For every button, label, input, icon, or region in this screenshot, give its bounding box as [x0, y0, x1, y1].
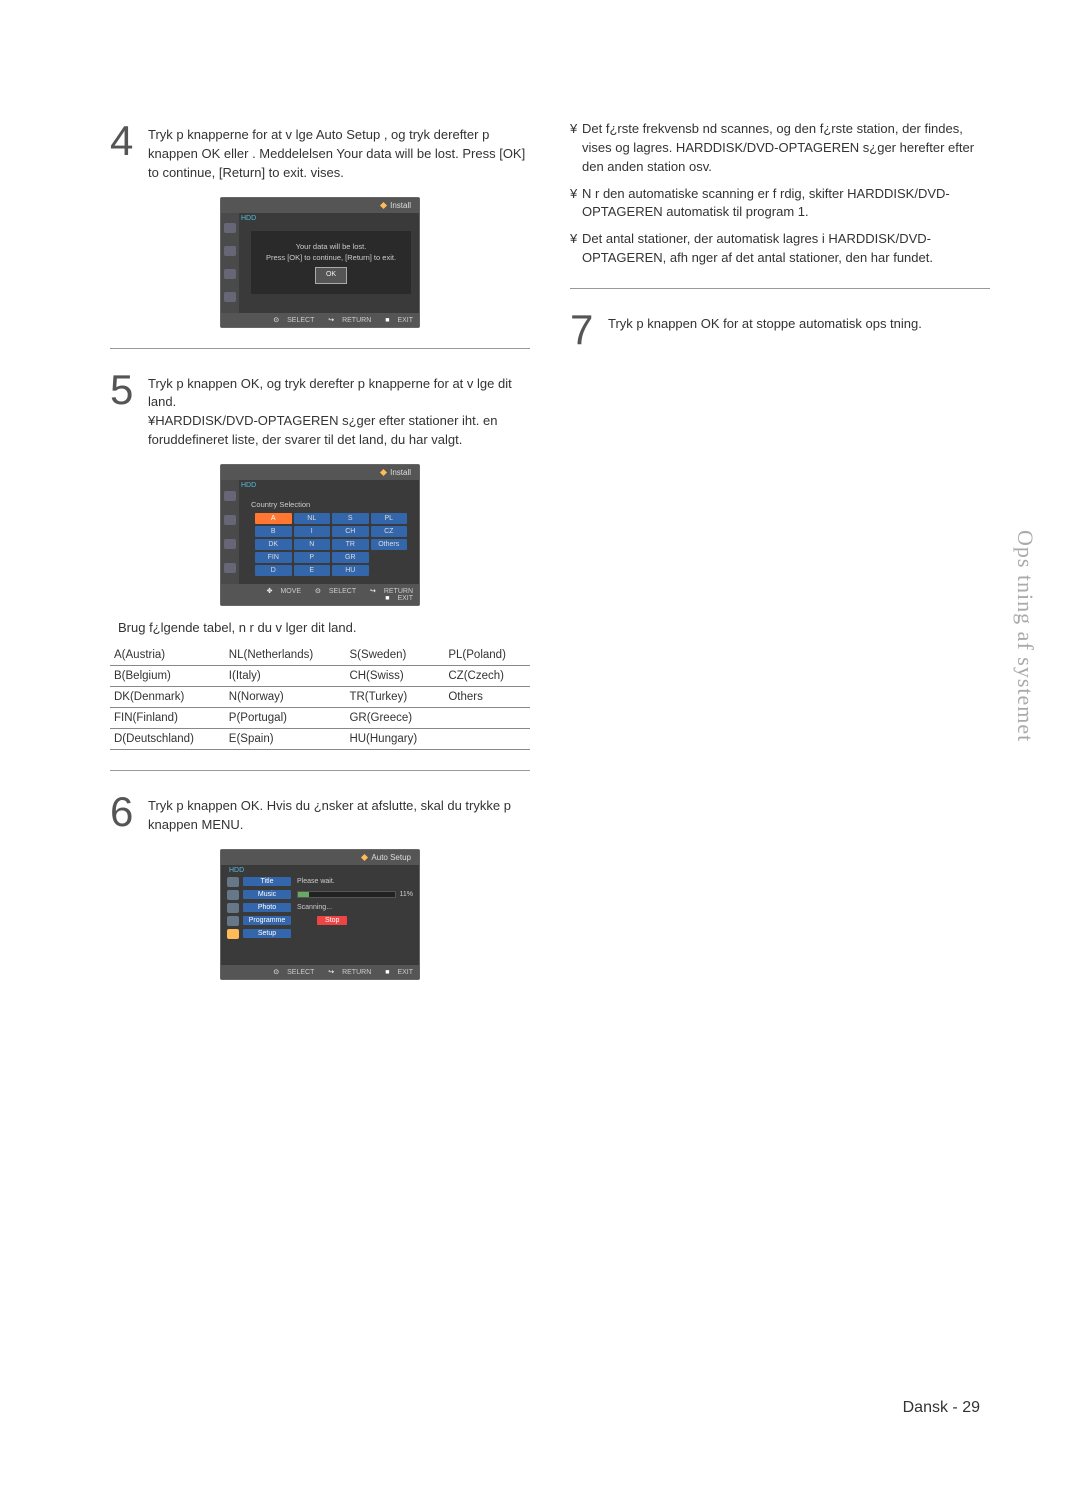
- country-table-cell: N(Norway): [225, 686, 346, 707]
- menu-label: Music: [243, 890, 291, 899]
- country-cell: A: [255, 513, 292, 524]
- page-number: Dansk - 29: [903, 1399, 980, 1417]
- country-table-cell: A(Austria): [110, 645, 225, 666]
- country-table-cell: HU(Hungary): [345, 728, 444, 749]
- country-table-cell: DK(Denmark): [110, 686, 225, 707]
- bullet-list: Det f¿rste frekvensb nd scannes, og den …: [570, 120, 990, 268]
- step-number: 4: [110, 120, 148, 183]
- stop-button: Stop: [317, 916, 347, 925]
- country-table-cell: NL(Netherlands): [225, 645, 346, 666]
- country-cell: FIN: [255, 552, 292, 563]
- country-table-cell: B(Belgium): [110, 665, 225, 686]
- screenshot-install-dialog: Install HDD Your data will be lost. Pres…: [220, 197, 420, 328]
- country-cell: GR: [332, 552, 369, 563]
- divider: [110, 348, 530, 349]
- step-text: Tryk p knappen OK, og tryk derefter p kn…: [148, 369, 530, 450]
- country-table-cell: [444, 707, 530, 728]
- menu-icon: [227, 929, 239, 939]
- step-7: 7 Tryk p knappen OK for at stoppe automa…: [570, 309, 990, 351]
- menu-label: Photo: [243, 903, 291, 912]
- step-4: 4 Tryk p knapperne for at v lge Auto Set…: [110, 120, 530, 183]
- divider: [110, 770, 530, 771]
- country-cell: CH: [332, 526, 369, 537]
- step-text: Tryk p knappen OK. Hvis du ¿nsker at afs…: [148, 791, 530, 835]
- menu-label: Title: [243, 877, 291, 886]
- country-cell: TR: [332, 539, 369, 550]
- menu-icon: [227, 890, 239, 900]
- country-table-cell: [444, 728, 530, 749]
- screenshot-auto-setup: Auto Setup HDD TitlePlease wait.Music11%…: [220, 849, 420, 980]
- step-number: 7: [570, 309, 608, 351]
- country-cell: HU: [332, 565, 369, 576]
- country-cell: DK: [255, 539, 292, 550]
- divider: [570, 288, 990, 289]
- country-table-cell: CZ(Czech): [444, 665, 530, 686]
- country-table-cell: PL(Poland): [444, 645, 530, 666]
- ok-button: OK: [315, 267, 347, 284]
- country-table-cell: FIN(Finland): [110, 707, 225, 728]
- country-table-cell: S(Sweden): [345, 645, 444, 666]
- country-cell: P: [294, 552, 331, 563]
- country-table-cell: Others: [444, 686, 530, 707]
- country-cell: B: [255, 526, 292, 537]
- menu-icon: [227, 877, 239, 887]
- bullet-item: N r den automatiske scanning er f rdig, …: [570, 185, 990, 223]
- country-cell: E: [294, 565, 331, 576]
- step-number: 5: [110, 369, 148, 450]
- bullet-item: Det antal stationer, der automatisk lagr…: [570, 230, 990, 268]
- country-cell: I: [294, 526, 331, 537]
- country-cell: N: [294, 539, 331, 550]
- step-text: Tryk p knappen OK for at stoppe automati…: [608, 309, 922, 351]
- step-text: Tryk p knapperne for at v lge Auto Setup…: [148, 120, 530, 183]
- country-table: A(Austria)NL(Netherlands)S(Sweden)PL(Pol…: [110, 645, 530, 750]
- section-title-vertical: Ops tning af systemet: [1012, 530, 1038, 742]
- country-table-cell: I(Italy): [225, 665, 346, 686]
- country-cell: NL: [294, 513, 331, 524]
- menu-label: Programme: [243, 916, 291, 925]
- country-table-intro: Brug f¿lgende tabel, n r du v lger dit l…: [118, 620, 530, 635]
- country-cell: CZ: [371, 526, 408, 537]
- step-6: 6 Tryk p knappen OK. Hvis du ¿nsker at a…: [110, 791, 530, 835]
- screenshot-country-selection: Install HDD Country Selection ANLSPLBICH…: [220, 464, 420, 606]
- country-cell: S: [332, 513, 369, 524]
- bullet-item: Det f¿rste frekvensb nd scannes, og den …: [570, 120, 990, 177]
- menu-icon: [227, 916, 239, 926]
- country-cell: PL: [371, 513, 408, 524]
- country-table-cell: GR(Greece): [345, 707, 444, 728]
- right-column: Det f¿rste frekvensb nd scannes, og den …: [570, 120, 990, 990]
- step-5: 5 Tryk p knappen OK, og tryk derefter p …: [110, 369, 530, 450]
- step-number: 6: [110, 791, 148, 835]
- country-cell: D: [255, 565, 292, 576]
- country-table-cell: E(Spain): [225, 728, 346, 749]
- country-table-cell: D(Deutschland): [110, 728, 225, 749]
- country-table-cell: CH(Swiss): [345, 665, 444, 686]
- left-column: 4 Tryk p knapperne for at v lge Auto Set…: [110, 120, 530, 990]
- country-table-cell: P(Portugal): [225, 707, 346, 728]
- menu-label: Setup: [243, 929, 291, 938]
- country-cell: Others: [371, 539, 408, 550]
- menu-icon: [227, 903, 239, 913]
- country-table-cell: TR(Turkey): [345, 686, 444, 707]
